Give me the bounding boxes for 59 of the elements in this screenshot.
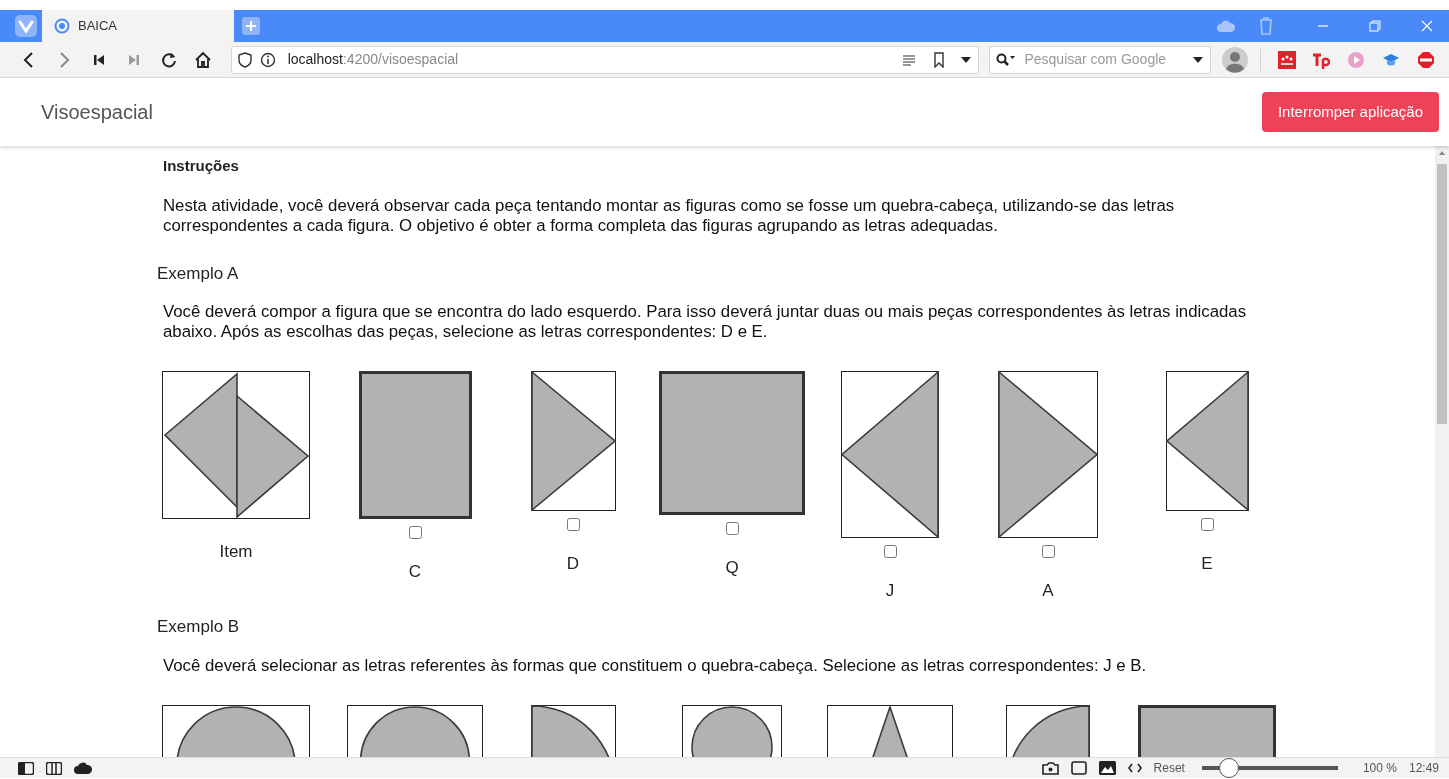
camera-icon[interactable]: [1041, 761, 1059, 775]
panel-toggle-icon[interactable]: [18, 761, 34, 775]
puzzle-piece[interactable]: [659, 370, 805, 515]
example-text: Você deverá compor a figura que se encontra do lado esquerdo. Para isso deverá juntar duas ou mais peças correspondentes às letras indicadas abaixo. Após as escolhas das peças, selecione as letras correspondentes: D e E.: [163, 301, 1248, 342]
piece-letter: A: [1042, 579, 1054, 602]
puzzle-piece[interactable]: [998, 370, 1098, 538]
address-bar[interactable]: localhost:4200/visoespacial: [230, 45, 980, 74]
piece-checkbox[interactable]: [883, 544, 897, 558]
instructions-heading: Instruções: [163, 156, 240, 176]
piece-checkbox[interactable]: [1200, 517, 1214, 531]
puzzle-piece[interactable]: [841, 370, 939, 538]
search-field[interactable]: Pesquisar com Google: [1022, 48, 1187, 71]
tab-favicon-icon: [54, 18, 70, 34]
piece-letter: E: [1201, 552, 1213, 575]
piece-checkbox[interactable]: [408, 525, 422, 539]
zoom-reading: 100 %: [1362, 760, 1397, 777]
example-text: Você deverá selecionar as letras referentes às formas que constituem o quebra-cabeça. Selecione as letras correspondentes: J e B.: [163, 655, 1148, 676]
tile-icon[interactable]: [46, 761, 62, 775]
stop-button[interactable]: Interromper aplicação: [1261, 91, 1439, 133]
piece-letter: D: [566, 552, 580, 575]
image-icon[interactable]: [1098, 761, 1116, 775]
piece-checkbox[interactable]: [725, 521, 739, 535]
puzzle-piece[interactable]: [358, 370, 472, 519]
extension-icon[interactable]: [1277, 50, 1296, 69]
piece-letter: C: [408, 560, 422, 583]
search-box[interactable]: Pesquisar com Google: [989, 45, 1212, 74]
shield-icon: [237, 51, 252, 68]
home-icon[interactable]: [194, 50, 213, 69]
piece-letter: J: [885, 579, 895, 602]
figure-label: Item: [219, 540, 253, 563]
profile-avatar-icon[interactable]: [1221, 46, 1248, 73]
puzzle-piece[interactable]: [1165, 370, 1249, 511]
restore-icon[interactable]: [1369, 20, 1381, 32]
instructions-text: Nesta atividade, você deverá observar cada peça tentando montar as figuras como se fosse um quebra-cabeça, utilizando-se das letras correspondentes a cada figura. O objetivo é obter a forma completa das figuras agrupando as letras adequadas.: [163, 195, 1176, 236]
search-icon: [996, 52, 1017, 67]
example-title: Exemplo A: [157, 263, 240, 284]
info-icon: [259, 51, 276, 68]
reload-icon[interactable]: [159, 50, 178, 69]
address-url: localhost:4200/visoespacial: [287, 50, 459, 69]
piece-letter: Q: [725, 556, 739, 579]
reset-button[interactable]: Reset: [1153, 759, 1185, 777]
browser-logo-icon[interactable]: [15, 15, 37, 37]
dropdown-icon[interactable]: [1192, 55, 1205, 64]
puzzle-piece[interactable]: [530, 370, 616, 511]
code-icon[interactable]: [1127, 763, 1142, 773]
piece-checkbox[interactable]: [1041, 544, 1055, 558]
piece-checkbox[interactable]: [566, 517, 580, 531]
dropdown-icon[interactable]: [960, 55, 973, 64]
cloud-icon[interactable]: [74, 762, 92, 774]
bookmark-icon[interactable]: [932, 51, 947, 68]
browser-tab[interactable]: BAICA: [42, 10, 234, 42]
clock-time: 12:49: [1408, 760, 1439, 777]
zoom-slider-thumb[interactable]: [1219, 758, 1240, 778]
window-icon[interactable]: [1070, 761, 1087, 775]
close-icon[interactable]: [1421, 20, 1433, 32]
ad-block-icon[interactable]: [1416, 50, 1435, 69]
reader-view-icon[interactable]: [902, 53, 917, 66]
example-title: Exemplo B: [157, 617, 241, 638]
app-title: Visoespacial: [41, 100, 153, 125]
